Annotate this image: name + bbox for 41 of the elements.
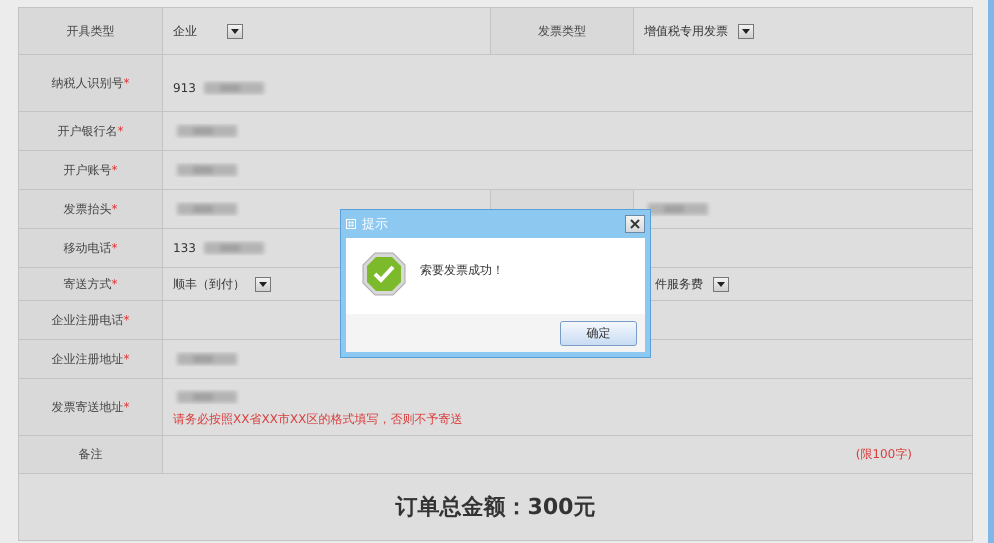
required-mark: * bbox=[124, 313, 130, 327]
required-mark: * bbox=[112, 241, 118, 255]
check-icon bbox=[362, 252, 406, 296]
close-button[interactable] bbox=[625, 215, 645, 233]
ok-button[interactable]: 确定 bbox=[560, 320, 637, 346]
required-mark: * bbox=[112, 163, 118, 177]
dropdown[interactable]: 件服务费 bbox=[655, 276, 729, 292]
caret-icon bbox=[717, 282, 725, 286]
window-icon bbox=[346, 219, 356, 229]
required-mark: * bbox=[112, 202, 118, 216]
field-label: 备注 bbox=[78, 446, 102, 463]
value-text: 133 bbox=[173, 241, 196, 255]
field-label: 发票寄送地址 bbox=[52, 398, 124, 416]
field-label: 纳税人识别号 bbox=[52, 74, 124, 92]
field-label: 企业注册电话 bbox=[52, 312, 124, 328]
field-label: 开户账号 bbox=[64, 162, 112, 178]
order-total: 订单总金额：300元 bbox=[396, 494, 596, 522]
field-label: 开户银行名 bbox=[58, 122, 118, 140]
required-mark: * bbox=[112, 277, 118, 291]
required-mark: * bbox=[124, 76, 130, 90]
field-label: 企业注册地址 bbox=[52, 350, 124, 368]
close-icon bbox=[630, 219, 640, 229]
required-mark: * bbox=[124, 352, 130, 366]
required-mark: * bbox=[118, 124, 124, 138]
field-label: 发票抬头 bbox=[64, 200, 112, 218]
field-label: 发票类型 bbox=[538, 22, 586, 40]
caret-icon bbox=[259, 282, 267, 286]
dialog-title: 提示 bbox=[362, 216, 389, 233]
dropdown[interactable]: 增值税专用发票 bbox=[644, 22, 754, 40]
caret-icon bbox=[742, 28, 750, 34]
field-label: 移动电话 bbox=[64, 240, 112, 256]
dialog-message: 索要发票成功！ bbox=[420, 262, 504, 279]
required-mark: * bbox=[124, 400, 130, 414]
hint-text: (限100字) bbox=[856, 446, 912, 463]
hint-text: 请务必按照XX省XX市XX区的格式填写，否则不予寄送 bbox=[173, 410, 462, 428]
value-text: 913 bbox=[173, 81, 196, 95]
field-label: 开具类型 bbox=[66, 22, 114, 40]
field-label: 寄送方式 bbox=[64, 276, 112, 292]
dropdown[interactable]: 顺丰（到付） bbox=[173, 276, 271, 292]
caret-icon bbox=[231, 28, 239, 34]
dropdown[interactable]: 企业 bbox=[173, 22, 243, 40]
